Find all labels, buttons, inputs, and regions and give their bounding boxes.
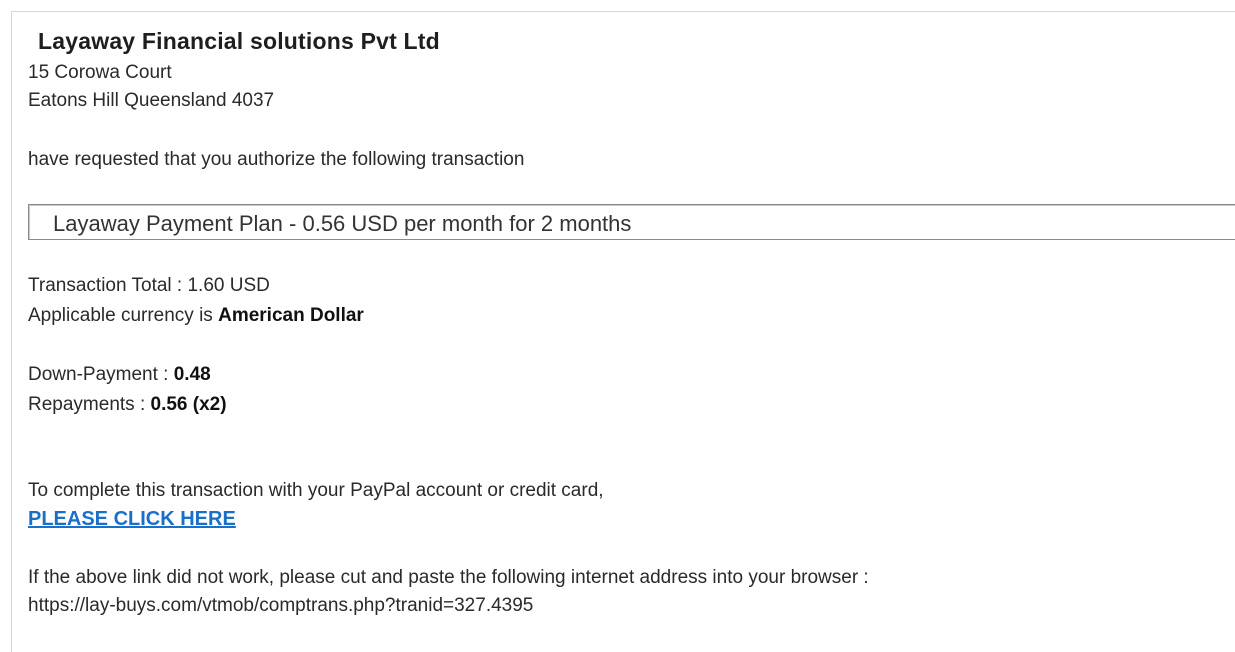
repay-value: 0.56 (x2) — [150, 394, 227, 415]
down-payment: Down-Payment : 0.48 — [28, 364, 211, 386]
currency-label: Applicable currency is — [28, 305, 219, 326]
payment-plan-box: Layaway Payment Plan - 0.56 USD per mont… — [28, 204, 1235, 240]
address-line-1: 15 Corowa Court — [28, 62, 172, 83]
down-value: 0.48 — [173, 364, 211, 385]
transaction-total: Transaction Total : 1.60 USD — [28, 275, 270, 297]
request-text: have requested that you authorize the fo… — [28, 149, 525, 170]
down-label: Down-Payment : — [28, 364, 174, 385]
repay-label: Repayments : — [28, 394, 151, 415]
currency-value: American Dollar — [218, 305, 364, 326]
fallback-instructions: If the above link did not work, please c… — [28, 567, 869, 588]
applicable-currency: Applicable currency is American Dollar — [28, 305, 364, 327]
please-click-here-link[interactable]: PLEASE CLICK HERE — [28, 508, 236, 531]
total-value: 1.60 USD — [187, 275, 270, 296]
address-line-2: Eatons Hill Queensland 4037 — [28, 90, 275, 111]
repayments: Repayments : 0.56 (x2) — [28, 394, 227, 416]
plan-separator: - — [282, 211, 303, 236]
complete-instructions: To complete this transaction with your P… — [28, 480, 604, 501]
total-label: Transaction Total : — [28, 275, 188, 296]
fallback-url[interactable]: https://lay-buys.com/vtmob/comptrans.php… — [28, 595, 533, 617]
plan-detail: 0.56 USD per month for 2 months — [302, 211, 632, 236]
plan-label: Layaway Payment Plan — [53, 211, 283, 236]
company-name: Layaway Financial solutions Pvt Ltd — [38, 28, 440, 54]
payment-plan-text: Layaway Payment Plan - 0.56 USD per mont… — [53, 211, 631, 237]
